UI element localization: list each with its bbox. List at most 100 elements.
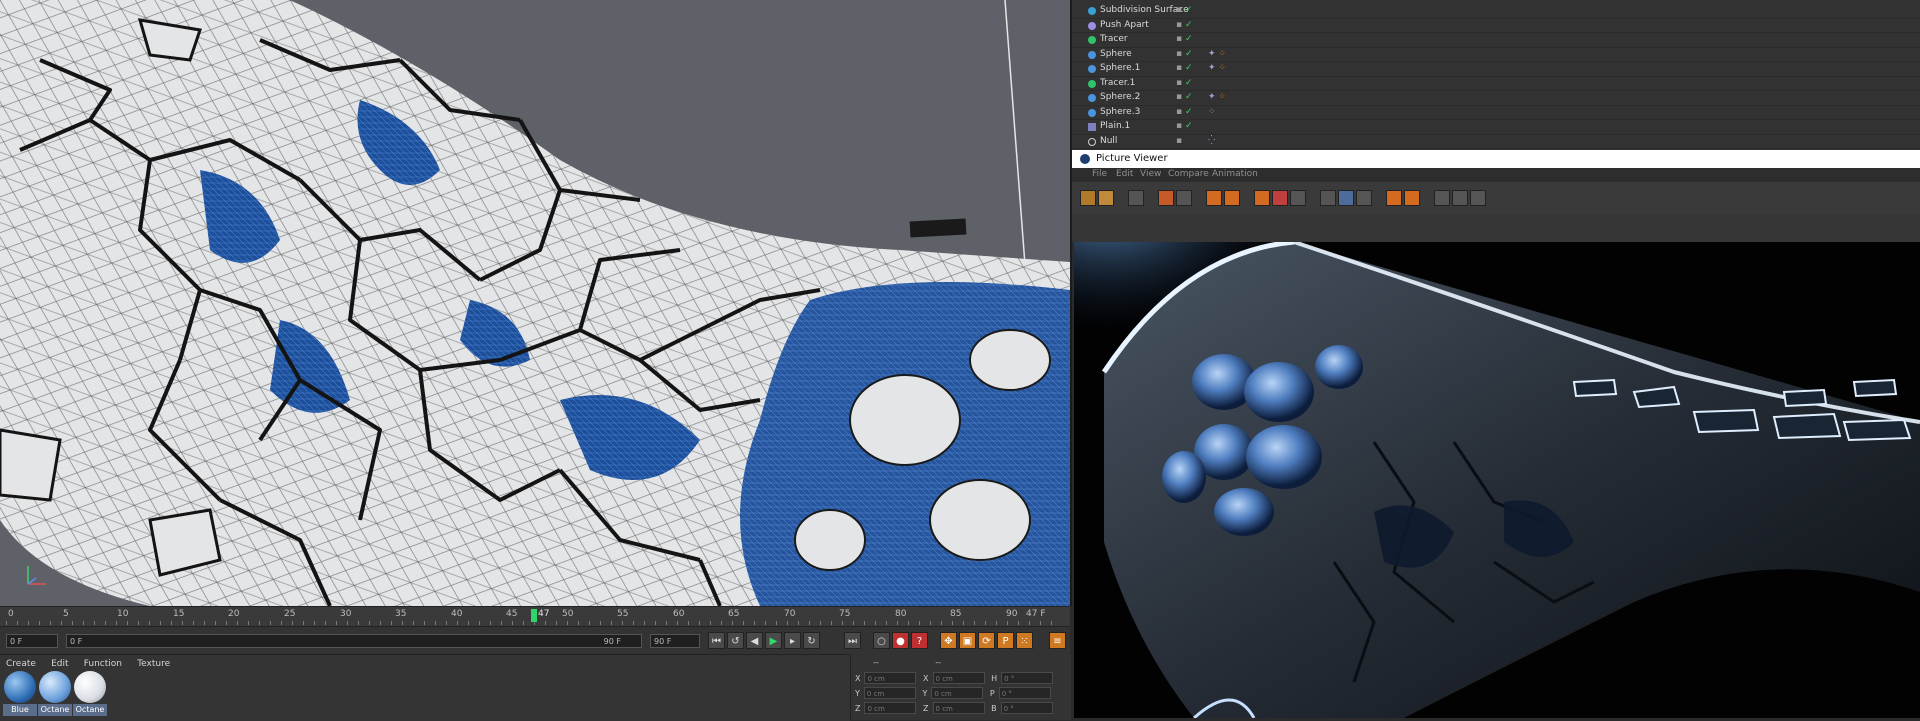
grid-icon[interactable] bbox=[1452, 190, 1468, 206]
set-a-icon[interactable] bbox=[1386, 190, 1402, 206]
render-region-icon[interactable] bbox=[1158, 190, 1174, 206]
subdivision-icon bbox=[1088, 7, 1096, 15]
set-b-icon[interactable] bbox=[1404, 190, 1420, 206]
pv-menu-file[interactable]: File bbox=[1092, 169, 1107, 179]
object-row[interactable]: Plain.1 ▪ ✓ bbox=[1072, 120, 1920, 135]
pv-menu-edit[interactable]: Edit bbox=[1116, 169, 1133, 179]
menu-create[interactable]: Create bbox=[6, 659, 36, 669]
timeline-playhead[interactable] bbox=[531, 609, 537, 622]
key-scale-button[interactable]: ▣ bbox=[959, 632, 976, 649]
next-frame-button[interactable]: ▸ bbox=[784, 632, 801, 649]
timeline-end-label: 47 F bbox=[1026, 609, 1046, 619]
object-row[interactable]: Sphere ▪ ✓ ✦ ⁘ bbox=[1072, 48, 1920, 62]
single-view-icon[interactable] bbox=[1320, 190, 1336, 206]
position-y-field[interactable]: 0 cm bbox=[863, 687, 916, 699]
object-row[interactable]: Sphere.3 ▪ ✓ ⁘ bbox=[1072, 106, 1920, 120]
current-frame-field[interactable]: 0 F bbox=[6, 634, 58, 648]
split-view-icon[interactable] bbox=[1338, 190, 1354, 206]
key-position-button[interactable]: ✥ bbox=[940, 632, 957, 649]
timeline-ruler[interactable]: 0 5 10 15 20 25 30 35 40 45 50 55 60 65 … bbox=[0, 606, 1070, 627]
autokey-button[interactable]: ? bbox=[911, 632, 928, 649]
render-view-icon[interactable] bbox=[1224, 190, 1240, 206]
visibility-flags-icon[interactable]: ▪ bbox=[1176, 136, 1182, 146]
position-z-field[interactable]: 0 cm bbox=[864, 702, 917, 714]
visibility-flags-icon[interactable]: ▪ ✓ bbox=[1176, 34, 1193, 44]
diff-view-icon[interactable] bbox=[1356, 190, 1372, 206]
save-file-icon[interactable] bbox=[1098, 190, 1114, 206]
sphere-icon bbox=[1088, 108, 1096, 117]
swap-icon[interactable] bbox=[1434, 190, 1450, 206]
go-to-end-button[interactable]: ⏭ bbox=[844, 632, 861, 649]
next-key-button[interactable]: ↻ bbox=[803, 632, 820, 649]
record-button[interactable]: ● bbox=[892, 632, 909, 649]
picture-viewer-titlebar[interactable]: Picture Viewer bbox=[1072, 150, 1920, 168]
material-swatch[interactable]: Octane bbox=[73, 670, 107, 716]
object-manager: Subdivision Surface ▪ ✓ Push Apart ▪ ✓ T… bbox=[1072, 0, 1920, 150]
play-button[interactable]: ▶ bbox=[765, 632, 782, 649]
record-off-icon[interactable]: ○ bbox=[873, 632, 890, 649]
menu-function[interactable]: Function bbox=[84, 659, 122, 669]
previous-frame-button[interactable]: ◀ bbox=[746, 632, 763, 649]
histogram-icon[interactable] bbox=[1470, 190, 1486, 206]
previous-key-button[interactable]: ↺ bbox=[727, 632, 744, 649]
range-end-label: 90 F bbox=[603, 637, 621, 646]
object-row[interactable]: Sphere.2 ▪ ✓ ✦ ⁘ bbox=[1072, 91, 1920, 106]
go-to-start-button[interactable]: ⏮ bbox=[708, 632, 725, 649]
object-row[interactable]: Tracer.1 ▪ ✓ bbox=[1072, 77, 1920, 91]
object-row[interactable]: Tracer ▪ ✓ bbox=[1072, 33, 1920, 48]
menu-texture[interactable]: Texture bbox=[137, 659, 170, 669]
material-swatch[interactable]: Octane bbox=[38, 670, 72, 716]
position-x-field[interactable]: 0 cm bbox=[864, 672, 917, 684]
zoom-icon[interactable] bbox=[1176, 190, 1192, 206]
picture-viewer-toolbar bbox=[1072, 182, 1920, 215]
rotation-h-field[interactable]: 0 ° bbox=[1001, 672, 1054, 684]
material-swatch[interactable]: Blue bbox=[3, 670, 37, 716]
visibility-flags-icon[interactable]: ▪ ✓ bbox=[1176, 107, 1193, 117]
rotation-b-field[interactable]: 0 ° bbox=[1000, 702, 1053, 714]
key-pla-button[interactable]: ⁙ bbox=[1016, 632, 1033, 649]
tag-icons[interactable]: ✦ ⁘ bbox=[1208, 49, 1226, 59]
ab-compare-icon[interactable] bbox=[1254, 190, 1270, 206]
object-name: Sphere.3 bbox=[1100, 106, 1141, 117]
visibility-flags-icon[interactable]: ▪ ✓ bbox=[1176, 49, 1193, 59]
timeline-tick: 75 bbox=[839, 609, 851, 619]
preview-range-slider[interactable]: 0 F 90 F bbox=[66, 634, 642, 648]
timeline-menu-button[interactable]: ≡ bbox=[1049, 632, 1066, 649]
visibility-flags-icon[interactable]: ▪ ✓ bbox=[1176, 121, 1193, 131]
end-frame-field[interactable]: 90 F bbox=[650, 634, 700, 648]
stop-render-icon[interactable] bbox=[1206, 190, 1222, 206]
visibility-flags-icon[interactable]: ▪ ✓ bbox=[1176, 5, 1193, 15]
timeline-tick: 85 bbox=[950, 609, 962, 619]
object-row[interactable]: Null ▪ ⁛ bbox=[1072, 135, 1920, 149]
scale-z-field[interactable]: 0 cm bbox=[932, 702, 985, 714]
object-row[interactable]: Sphere.1 ▪ ✓ ✦ ⁘ bbox=[1072, 62, 1920, 77]
pv-menu-view[interactable]: View bbox=[1140, 169, 1161, 179]
film-icon[interactable] bbox=[1128, 190, 1144, 206]
scale-y-field[interactable]: 0 cm bbox=[931, 687, 984, 699]
plain-icon bbox=[1088, 123, 1096, 131]
visibility-flags-icon[interactable]: ▪ ✓ bbox=[1176, 92, 1193, 102]
visibility-flags-icon[interactable]: ▪ ✓ bbox=[1176, 20, 1193, 30]
key-rotation-button[interactable]: ⟳ bbox=[978, 632, 995, 649]
pv-menu-compare[interactable]: Compare bbox=[1168, 169, 1209, 179]
settings-icon[interactable] bbox=[1290, 190, 1306, 206]
scale-x-field[interactable]: 0 cm bbox=[932, 672, 985, 684]
rotation-p-field[interactable]: 0 ° bbox=[998, 687, 1051, 699]
object-row[interactable]: Push Apart ▪ ✓ bbox=[1072, 19, 1920, 33]
tag-icons[interactable]: ⁛ bbox=[1208, 136, 1215, 146]
menu-edit[interactable]: Edit bbox=[51, 659, 68, 669]
record-icon[interactable] bbox=[1272, 190, 1288, 206]
key-param-button[interactable]: P bbox=[997, 632, 1014, 649]
object-row[interactable]: Subdivision Surface ▪ ✓ bbox=[1072, 4, 1920, 19]
pv-menu-animation[interactable]: Animation bbox=[1212, 169, 1258, 179]
visibility-flags-icon[interactable]: ▪ ✓ bbox=[1176, 63, 1193, 73]
timeline-tick: 5 bbox=[63, 609, 69, 619]
visibility-flags-icon[interactable]: ▪ ✓ bbox=[1176, 78, 1193, 88]
tag-icons[interactable]: ⁘ bbox=[1208, 107, 1216, 117]
open-file-icon[interactable] bbox=[1080, 190, 1096, 206]
tag-icons[interactable]: ✦ ⁘ bbox=[1208, 63, 1226, 73]
picture-viewer-margin bbox=[1072, 214, 1920, 242]
3d-viewport[interactable] bbox=[0, 0, 1072, 606]
object-name: Tracer bbox=[1100, 34, 1128, 44]
tag-icons[interactable]: ✦ ⁘ bbox=[1208, 92, 1226, 102]
